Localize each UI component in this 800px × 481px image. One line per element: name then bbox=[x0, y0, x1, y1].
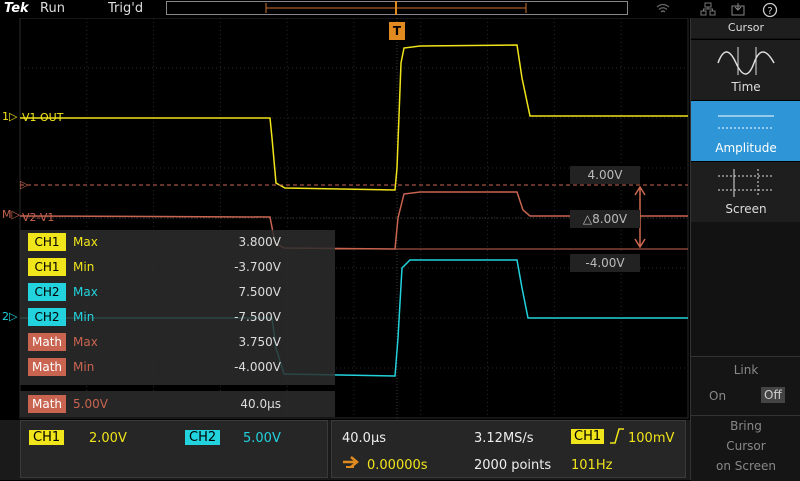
ch2-marker[interactable]: 2▷ bbox=[2, 310, 17, 323]
time-cursor-button[interactable]: Time bbox=[691, 39, 800, 100]
source-badge: Math bbox=[28, 358, 66, 376]
bring-line-3: on Screen bbox=[715, 459, 777, 473]
amplitude-cursor-icon bbox=[718, 115, 774, 129]
source-badge: CH2 bbox=[28, 308, 66, 326]
measurement-value: -7.500V bbox=[234, 310, 281, 324]
measurement-row[interactable]: CH2 Min -7.500V bbox=[23, 307, 335, 327]
cursor-b-readout: -4.00V bbox=[570, 254, 640, 272]
measurement-row[interactable]: CH2 Max 7.500V bbox=[23, 282, 335, 302]
math-source-badge: Math bbox=[28, 395, 66, 413]
measurement-name: Min bbox=[73, 260, 95, 274]
network-icon bbox=[700, 2, 716, 16]
link-toggle[interactable]: Link On Off bbox=[691, 356, 800, 415]
link-label: Link bbox=[733, 363, 759, 377]
measurement-table[interactable]: CH1 Max 3.800V CH1 Min -3.700V CH2 Max 7… bbox=[20, 230, 335, 385]
measurement-value: 3.750V bbox=[238, 335, 281, 349]
bring-line-2: Cursor bbox=[726, 439, 766, 453]
math-time: 40.0µs bbox=[240, 397, 281, 411]
measurement-name: Max bbox=[73, 235, 98, 249]
horizontal-trigger-box[interactable]: 40.0µs 3.12MS/s CH1 100mV 0.00000s 2000 … bbox=[331, 420, 686, 478]
time-cursor-icon bbox=[717, 47, 775, 75]
cursor-a-handle[interactable]: ▷ bbox=[20, 178, 28, 191]
bring-cursor-on-screen-button[interactable]: Bring Cursor on Screen bbox=[691, 415, 800, 481]
run-state[interactable]: Run bbox=[40, 1, 65, 16]
link-off-option[interactable]: Off bbox=[761, 387, 785, 403]
measurement-name: Max bbox=[73, 285, 98, 299]
position-arrow-icon bbox=[342, 454, 364, 473]
screen-cursor-icon bbox=[718, 169, 774, 197]
time-button-label: Time bbox=[731, 80, 761, 94]
measurement-name: Max bbox=[73, 335, 98, 349]
svg-text:?: ? bbox=[767, 6, 772, 17]
trigger-position-icon[interactable]: T bbox=[389, 22, 405, 40]
panel-title: Cursor bbox=[691, 18, 800, 38]
link-on-option[interactable]: On bbox=[709, 389, 726, 403]
math-marker[interactable]: M▷ bbox=[2, 208, 20, 221]
cursor-delta-readout: △8.00V bbox=[570, 210, 640, 228]
measurement-row[interactable]: Math Max 3.750V bbox=[23, 332, 335, 352]
source-badge: Math bbox=[28, 333, 66, 351]
measurement-row[interactable]: CH1 Min -3.700V bbox=[23, 257, 335, 277]
measurement-value: -4.000V bbox=[234, 360, 281, 374]
screen-cursor-button[interactable]: Screen bbox=[691, 161, 800, 222]
rising-edge-icon bbox=[609, 427, 625, 449]
math-setting-badge[interactable]: Math 5.00V 40.0µs bbox=[20, 391, 335, 417]
horizontal-scale[interactable]: 40.0µs bbox=[342, 431, 386, 447]
measurement-value: -3.700V bbox=[234, 260, 281, 274]
math-label: V2-V1 bbox=[22, 211, 55, 224]
ch1-label: V1 OUT bbox=[22, 111, 64, 124]
measurement-value: 7.500V bbox=[238, 285, 281, 299]
trigger-frequency: 101Hz bbox=[571, 458, 613, 473]
wifi-icon bbox=[655, 2, 671, 16]
measurement-name: Min bbox=[73, 360, 95, 374]
brand-logo: Tek bbox=[4, 1, 29, 16]
trigger-level[interactable]: 100mV bbox=[628, 431, 674, 447]
save-icon[interactable] bbox=[730, 2, 746, 16]
bring-line-1: Bring bbox=[730, 419, 762, 433]
record-length: 2000 points bbox=[474, 458, 552, 473]
ch1-badge[interactable]: CH1 bbox=[29, 430, 65, 445]
source-badge: CH1 bbox=[28, 258, 66, 276]
help-icon[interactable]: ? bbox=[762, 2, 778, 18]
measurement-value: 3.800V bbox=[238, 235, 281, 249]
cursor-side-panel: Cursor Time Amplitude Screen Link On Off… bbox=[690, 18, 800, 481]
top-status-bar: Tek Run Trig'd ? bbox=[0, 0, 800, 18]
ch2-scale[interactable]: 5.00V bbox=[243, 431, 281, 447]
sample-rate: 3.12MS/s bbox=[474, 431, 534, 446]
source-badge: CH1 bbox=[28, 233, 66, 251]
ch1-marker[interactable]: 1▷ bbox=[2, 110, 17, 123]
bottom-settings-bar: CH1 2.00V CH2 5.00V 40.0µs 3.12MS/s CH1 … bbox=[0, 420, 690, 480]
channel-settings-box[interactable]: CH1 2.00V CH2 5.00V bbox=[20, 420, 328, 478]
source-badge: CH2 bbox=[28, 283, 66, 301]
trigger-state: Trig'd bbox=[108, 1, 144, 16]
screen-button-label: Screen bbox=[725, 202, 767, 216]
amplitude-cursor-button[interactable]: Amplitude bbox=[691, 100, 800, 161]
measurement-row[interactable]: CH1 Max 3.800V bbox=[23, 232, 335, 252]
cursor-a-readout: 4.00V bbox=[570, 166, 640, 184]
ch2-badge[interactable]: CH2 bbox=[185, 430, 221, 445]
horizontal-position[interactable]: 0.00000s bbox=[367, 458, 428, 474]
ch1-scale[interactable]: 2.00V bbox=[89, 431, 127, 447]
measurement-row[interactable]: Math Min -4.000V bbox=[23, 357, 335, 377]
trigger-source-badge[interactable]: CH1 bbox=[571, 429, 605, 444]
math-scale: 5.00V bbox=[73, 397, 108, 411]
amplitude-button-label: Amplitude bbox=[715, 141, 777, 155]
measurement-name: Min bbox=[73, 310, 95, 324]
waveform-overview[interactable] bbox=[166, 1, 628, 15]
